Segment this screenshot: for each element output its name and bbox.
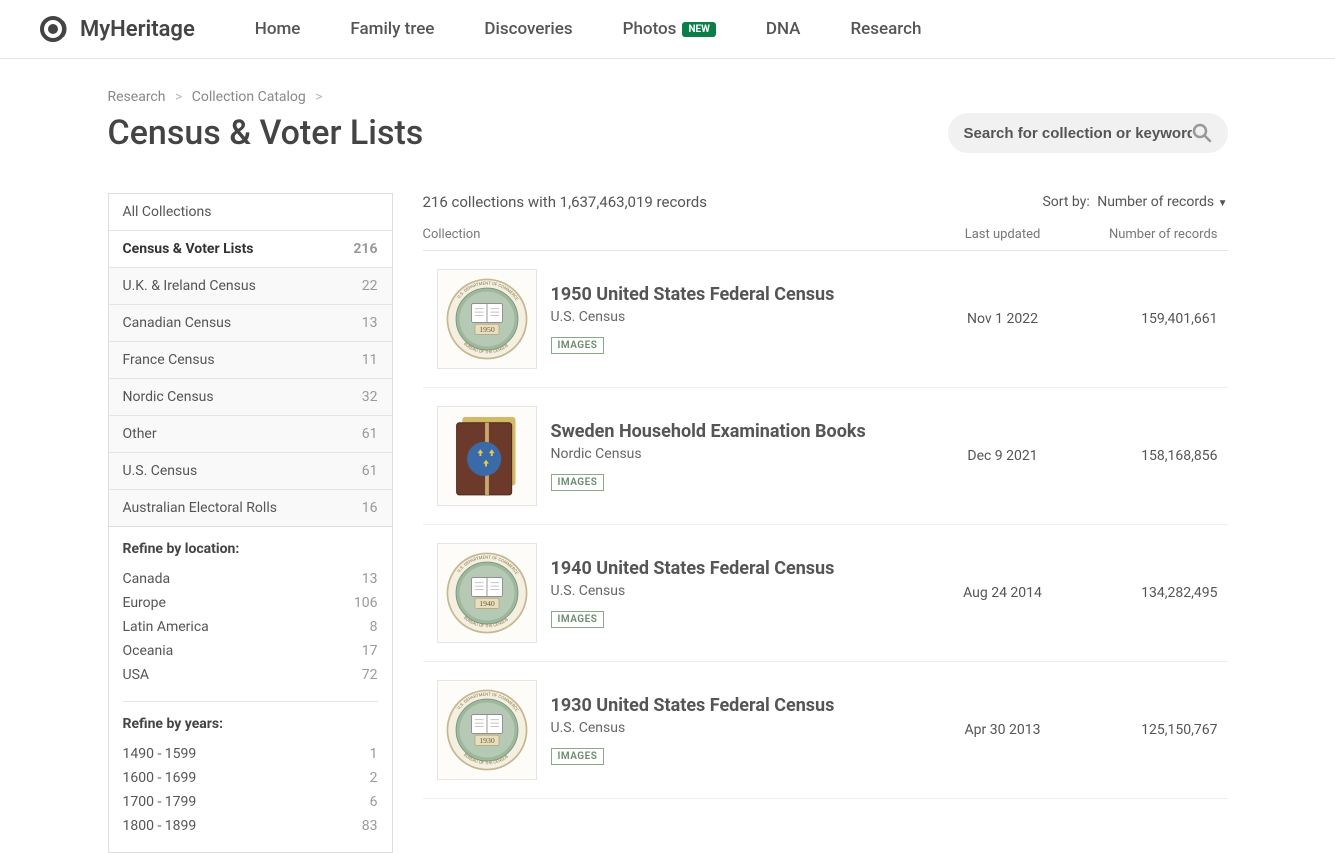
sort-by: Sort by: Number of records ▼ bbox=[1042, 194, 1227, 210]
nav-discoveries[interactable]: Discoveries bbox=[484, 19, 572, 39]
facet-category[interactable]: U.K. & Ireland Census22 bbox=[109, 268, 392, 305]
refine-year-item[interactable]: 1490 - 15991 bbox=[123, 742, 378, 766]
collection-row: 1930 U.S. DEPARTMENT OF COMMERCE BUREAU … bbox=[423, 662, 1228, 799]
collection-records: 159,401,661 bbox=[1078, 311, 1228, 327]
collection-updated: Nov 1 2022 bbox=[928, 311, 1078, 327]
caret-down-icon: ▼ bbox=[1218, 198, 1228, 209]
nav-family-tree[interactable]: Family tree bbox=[350, 19, 434, 39]
census-seal-icon: 1940 U.S. DEPARTMENT OF COMMERCE BUREAU … bbox=[444, 550, 530, 636]
col-updated: Last updated bbox=[928, 227, 1078, 242]
col-records: Number of records bbox=[1078, 227, 1228, 242]
logo-icon bbox=[40, 16, 74, 42]
images-tag: IMAGES bbox=[551, 337, 605, 354]
census-seal-icon: 1950 U.S. DEPARTMENT OF COMMERCE BUREAU … bbox=[444, 276, 530, 362]
facet-category[interactable]: Nordic Census32 bbox=[109, 379, 392, 416]
collection-row: 1940 U.S. DEPARTMENT OF COMMERCE BUREAU … bbox=[423, 525, 1228, 662]
collection-title[interactable]: 1950 United States Federal Census bbox=[551, 284, 928, 305]
collection-updated: Aug 24 2014 bbox=[928, 585, 1078, 601]
collection-updated: Apr 30 2013 bbox=[928, 722, 1078, 738]
collection-thumbnail[interactable]: 1940 U.S. DEPARTMENT OF COMMERCE BUREAU … bbox=[437, 543, 537, 643]
nav-dna[interactable]: DNA bbox=[766, 19, 801, 39]
results-summary: 216 collections with 1,637,463,019 recor… bbox=[423, 193, 708, 211]
refine-years-title: Refine by years: bbox=[123, 716, 378, 732]
refine-year-item[interactable]: 1600 - 16992 bbox=[123, 766, 378, 790]
census-seal-icon: 1930 U.S. DEPARTMENT OF COMMERCE BUREAU … bbox=[444, 687, 530, 773]
collection-updated: Dec 9 2021 bbox=[928, 448, 1078, 464]
collection-thumbnail[interactable]: 1930 U.S. DEPARTMENT OF COMMERCE BUREAU … bbox=[437, 680, 537, 780]
refine-section: Refine by location: Canada13Europe106Lat… bbox=[108, 527, 393, 853]
svg-text:1930: 1930 bbox=[479, 736, 495, 745]
table-header: Collection Last updated Number of record… bbox=[423, 219, 1228, 251]
breadcrumb-research[interactable]: Research bbox=[108, 89, 166, 105]
images-tag: IMAGES bbox=[551, 748, 605, 765]
refine-location-item[interactable]: Oceania17 bbox=[123, 639, 378, 663]
svg-text:1940: 1940 bbox=[479, 599, 495, 608]
search-box[interactable] bbox=[948, 113, 1228, 153]
sidebar: All Collections Census & Voter Lists216U… bbox=[108, 193, 393, 853]
svg-text:1950: 1950 bbox=[479, 325, 495, 334]
collection-thumbnail[interactable]: 1950 U.S. DEPARTMENT OF COMMERCE BUREAU … bbox=[437, 269, 537, 369]
breadcrumb-catalog[interactable]: Collection Catalog bbox=[192, 89, 306, 105]
collection-row: 1950 U.S. DEPARTMENT OF COMMERCE BUREAU … bbox=[423, 251, 1228, 388]
collection-records: 125,150,767 bbox=[1078, 722, 1228, 738]
facet-category[interactable]: Other61 bbox=[109, 416, 392, 453]
results-content: 216 collections with 1,637,463,019 recor… bbox=[423, 193, 1228, 853]
sort-dropdown[interactable]: Number of records ▼ bbox=[1097, 194, 1227, 210]
refine-year-item[interactable]: 1800 - 189983 bbox=[123, 814, 378, 838]
facet-category[interactable]: Australian Electoral Rolls16 bbox=[109, 490, 392, 526]
refine-location-item[interactable]: Europe106 bbox=[123, 591, 378, 615]
facet-category[interactable]: France Census11 bbox=[109, 342, 392, 379]
chevron-right-icon: > bbox=[175, 89, 182, 105]
images-tag: IMAGES bbox=[551, 611, 605, 628]
nav-home[interactable]: Home bbox=[255, 19, 301, 39]
collection-title[interactable]: 1940 United States Federal Census bbox=[551, 558, 928, 579]
refine-location-item[interactable]: Canada13 bbox=[123, 567, 378, 591]
facet-category[interactable]: Canadian Census13 bbox=[109, 305, 392, 342]
refine-location-item[interactable]: USA72 bbox=[123, 663, 378, 687]
collection-records: 158,168,856 bbox=[1078, 448, 1228, 464]
brand-text: MyHeritage bbox=[80, 17, 195, 42]
page-title: Census & Voter Lists bbox=[108, 113, 424, 153]
facet-category[interactable]: Census & Voter Lists216 bbox=[109, 231, 392, 268]
main-nav: Home Family tree Discoveries Photos NEW … bbox=[255, 19, 1295, 39]
search-input[interactable] bbox=[964, 125, 1192, 142]
book-icon bbox=[449, 413, 525, 499]
collection-records: 134,282,495 bbox=[1078, 585, 1228, 601]
search-icon bbox=[1192, 123, 1212, 143]
collection-title[interactable]: Sweden Household Examination Books bbox=[551, 421, 928, 442]
category-facets: All Collections Census & Voter Lists216U… bbox=[108, 193, 393, 527]
nav-photos[interactable]: Photos NEW bbox=[623, 19, 716, 39]
collection-title[interactable]: 1930 United States Federal Census bbox=[551, 695, 928, 716]
nav-research[interactable]: Research bbox=[850, 19, 921, 39]
collection-thumbnail[interactable] bbox=[437, 406, 537, 506]
top-header: MyHeritage Home Family tree Discoveries … bbox=[0, 0, 1335, 59]
chevron-right-icon: > bbox=[315, 89, 322, 105]
logo[interactable]: MyHeritage bbox=[40, 16, 195, 42]
collection-subtitle: U.S. Census bbox=[551, 309, 928, 325]
collection-row: Sweden Household Examination Books Nordi… bbox=[423, 388, 1228, 525]
collection-subtitle: U.S. Census bbox=[551, 720, 928, 736]
collection-subtitle: Nordic Census bbox=[551, 446, 928, 462]
facet-all-collections[interactable]: All Collections bbox=[109, 194, 392, 231]
breadcrumb: Research > Collection Catalog > bbox=[108, 89, 1228, 105]
facet-category[interactable]: U.S. Census61 bbox=[109, 453, 392, 490]
collection-subtitle: U.S. Census bbox=[551, 583, 928, 599]
images-tag: IMAGES bbox=[551, 474, 605, 491]
col-collection: Collection bbox=[423, 227, 928, 242]
refine-year-item[interactable]: 1700 - 17996 bbox=[123, 790, 378, 814]
refine-location-item[interactable]: Latin America8 bbox=[123, 615, 378, 639]
refine-location-title: Refine by location: bbox=[123, 541, 378, 557]
new-badge: NEW bbox=[682, 22, 715, 37]
